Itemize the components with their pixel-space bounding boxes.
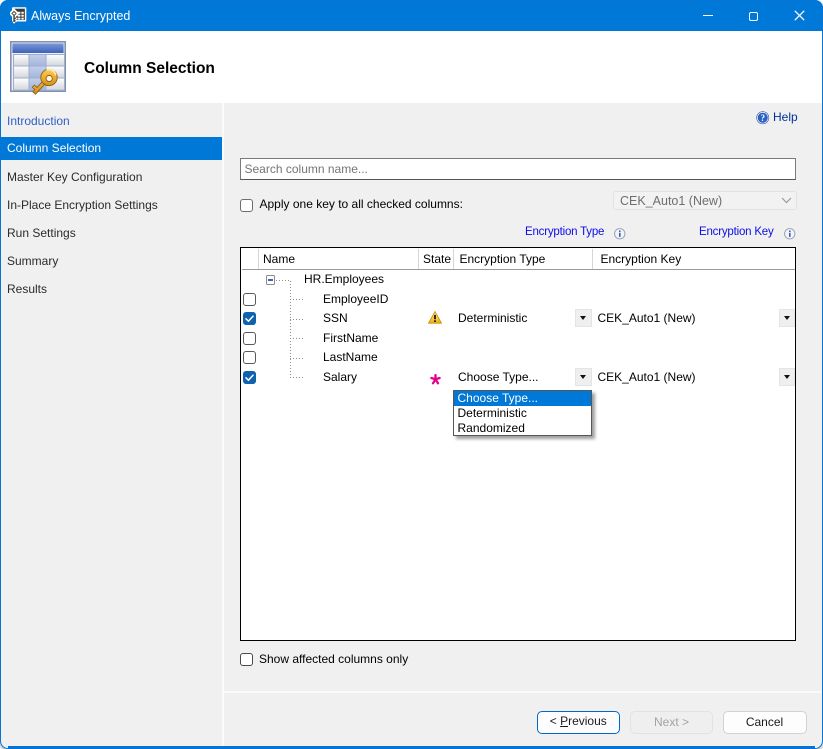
svg-text:?: ? [760,113,765,123]
